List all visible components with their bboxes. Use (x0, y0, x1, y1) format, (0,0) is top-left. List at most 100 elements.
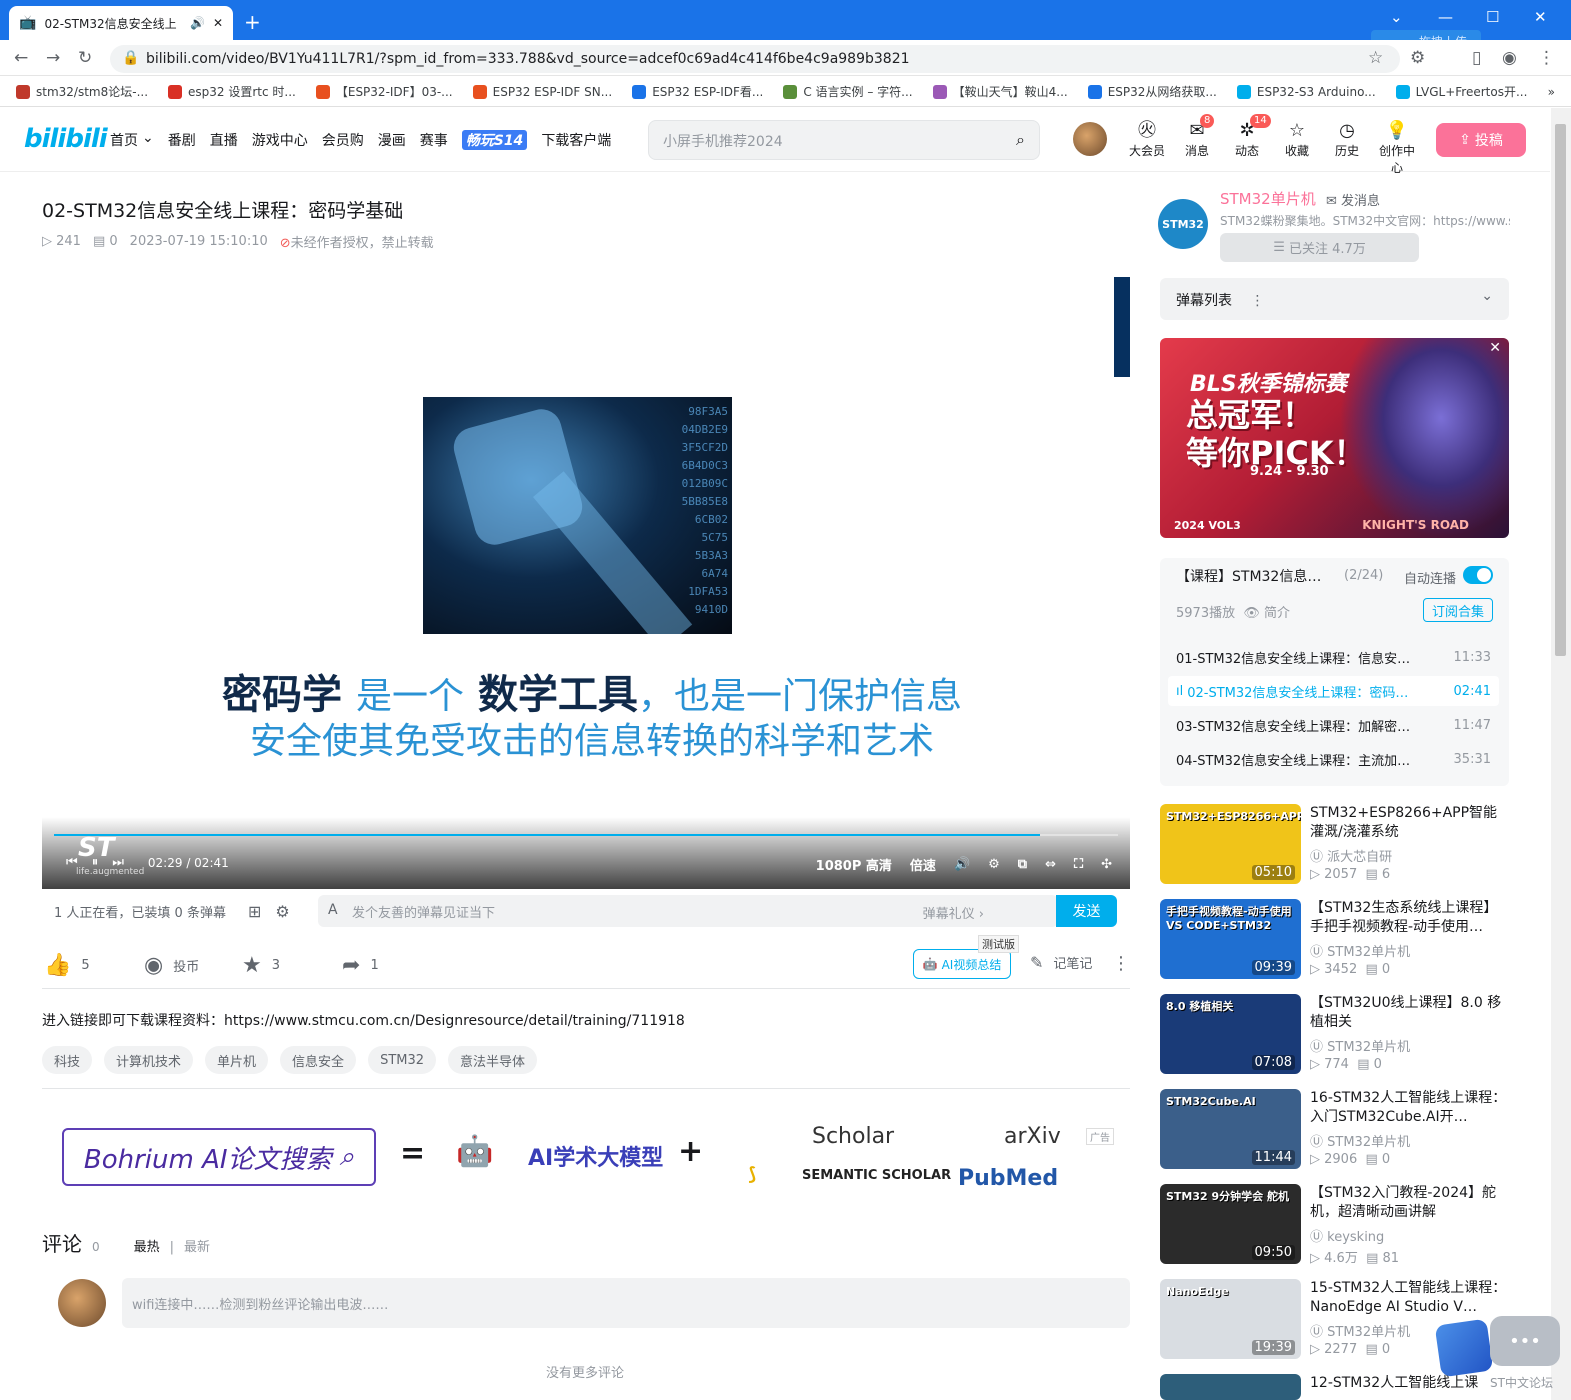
header-item[interactable]: 💡 创作中心 (1374, 120, 1420, 176)
header-item[interactable]: ☆ 收藏 (1274, 120, 1320, 159)
subscribe-collection-button[interactable]: 订阅合集 (1423, 598, 1493, 622)
danmaku-settings-icon[interactable]: ⚙ (275, 902, 289, 921)
bookmark-item[interactable]: ESP32从网络获取... (1087, 83, 1217, 100)
video-thumbnail[interactable] (1160, 1374, 1301, 1400)
tag-chip[interactable]: 计算机技术 (104, 1046, 194, 1074)
ai-summary-button[interactable]: 🤖 AI视频总结 (913, 949, 1011, 979)
video-player[interactable]: 98F3A5 04DB2E9 3F5CF2D 6B4D0C3 012B09C 5… (42, 277, 1130, 889)
collection-title[interactable]: 【课程】STM32信息… (1176, 566, 1321, 586)
url-field[interactable]: 🔒 bilibili.com/video/BV1Yu411L7R1/?spm_i… (110, 45, 1400, 73)
send-danmaku-button[interactable]: 发送 (1056, 895, 1117, 927)
post-button[interactable]: ⇪ 投稿 (1436, 123, 1526, 157)
intro-link[interactable]: 简介 (1264, 606, 1290, 621)
danmaku-list-panel[interactable]: 弹幕列表 ⋮ ⌄ (1160, 278, 1509, 320)
font-icon[interactable]: A (328, 902, 338, 918)
st-bird-icon[interactable] (1434, 1318, 1494, 1378)
quality-button[interactable]: 1080P 高清 (816, 855, 892, 874)
tag-chip[interactable]: 单片机 (205, 1046, 269, 1074)
video-thumbnail[interactable]: STM32+ESP8266+APP 05:10 (1160, 804, 1301, 884)
comment-input[interactable]: wifi连接中……检测到粉丝评论输出电波…… (122, 1278, 1130, 1328)
next-icon[interactable]: ⏭ (112, 855, 124, 870)
tag-chip[interactable]: STM32 (368, 1046, 437, 1074)
browser-tab[interactable]: 📺 02-STM32信息安全线上 🔊 ✕ (9, 6, 233, 40)
bookmark-item[interactable]: ESP32-S3 Arduino... (1236, 84, 1376, 99)
nav-item[interactable]: 畅玩S14 (461, 130, 528, 150)
bookmark-item[interactable]: esp32 设置rtc 时... (168, 83, 296, 100)
reload-icon[interactable]: ↻ (78, 48, 92, 68)
widescreen-icon[interactable]: ⇔ (1045, 857, 1056, 872)
search-icon[interactable]: ⌕ (1016, 130, 1025, 150)
recommended-video[interactable]: 手把手视频教程-动手使用 VS CODE+STM32 09:39 【STM32生态系… (1160, 899, 1509, 979)
ad-banner[interactable]: Bohrium AI论文搜索 ⌕ = 🤖 AI学术大模型 + Scholar ⟆ … (42, 1108, 1130, 1208)
recommended-title[interactable]: 【STM32U0线上课程】8.0 移植相关 (1310, 994, 1509, 1032)
video-thumbnail[interactable]: STM32Cube.AI 11:44 (1160, 1089, 1301, 1169)
video-thumbnail[interactable]: 手把手视频教程-动手使用 VS CODE+STM32 09:39 (1160, 899, 1301, 979)
recommended-video[interactable]: 12-STM32人工智能线上课 (1160, 1374, 1509, 1400)
bookmark-item[interactable]: LVGL+Freertos开... (1395, 83, 1527, 100)
sort-new[interactable]: 最新 (184, 1236, 210, 1255)
recommended-title[interactable]: 【STM32入门教程-2024】舵机，超清晰动画讲解 (1310, 1184, 1509, 1222)
scroll-thumb[interactable] (1555, 124, 1566, 656)
pip-icon[interactable]: ⧉ (1018, 857, 1027, 872)
bookmark-item[interactable]: ESP32 ESP-IDF SN... (472, 84, 612, 99)
recommended-uploader[interactable]: Ⓤ 派大芯自研 (1310, 846, 1392, 865)
uploader-name[interactable]: STM32单片机 (1220, 188, 1316, 209)
chevron-down-icon[interactable]: ⌄ (1481, 288, 1493, 304)
share-button[interactable]: ➦ 1 (342, 953, 379, 978)
menu-icon[interactable]: ⋮ (1538, 48, 1555, 68)
notes-button[interactable]: ✎ 记笔记 (1030, 953, 1092, 972)
bookmarks-more-icon[interactable]: » (1548, 85, 1555, 99)
bookmark-item[interactable]: stm32/stm8论坛-... (16, 83, 148, 100)
volume-icon[interactable]: 🔊 (954, 857, 970, 872)
header-item[interactable]: ◷ 历史 (1324, 120, 1370, 159)
user-avatar[interactable] (1073, 122, 1107, 156)
search-input[interactable]: 小屏手机推荐2024 ⌕ (648, 120, 1040, 160)
tag-chip[interactable]: 信息安全 (280, 1046, 357, 1074)
sort-hot[interactable]: 最热 (134, 1236, 160, 1255)
bookmark-item[interactable]: C 语言实例 – 字符... (783, 83, 913, 100)
forward-icon[interactable]: → (46, 48, 60, 68)
header-item[interactable]: ✉ 8 消息 (1174, 114, 1220, 159)
more-icon[interactable]: ⋮ (1112, 953, 1130, 974)
recommended-video[interactable]: 8.0 移植相关 07:08 【STM32U0线上课程】8.0 移植相关 Ⓤ STM3… (1160, 994, 1509, 1074)
header-item[interactable]: ㊋大会员 (1124, 120, 1170, 159)
fullscreen-icon[interactable]: ✣ (1101, 857, 1112, 872)
window-close-icon[interactable]: ✕ (1534, 8, 1547, 26)
episode-item[interactable]: ıl 02-STM32信息安全线上课程：密码… 02:41 (1168, 676, 1499, 706)
recommended-title[interactable]: 16-STM32人工智能线上课程：入门STM32Cube.AI开… (1310, 1089, 1509, 1127)
more-icon[interactable]: ⋮ (1250, 293, 1264, 309)
danmaku-toggle-icon[interactable]: ⊞ (248, 902, 261, 921)
recommended-video[interactable]: STM32Cube.AI 11:44 16-STM32人工智能线上课程：入门STM3… (1160, 1089, 1509, 1169)
recommended-title[interactable]: 【STM32生态系统线上课程】手把手视频教程-动手使用… (1310, 899, 1509, 937)
nav-item[interactable]: 首页 (110, 130, 138, 150)
uploader-avatar[interactable]: STM32 (1158, 199, 1208, 249)
audio-icon[interactable]: 🔊 (190, 16, 205, 30)
video-thumbnail[interactable]: 8.0 移植相关 07:08 (1160, 994, 1301, 1074)
pause-icon[interactable]: ⏸ (92, 855, 99, 870)
bookmark-item[interactable]: 【ESP32-IDF】03-... (315, 83, 453, 100)
recommended-uploader[interactable]: Ⓤ STM32单片机 (1310, 1131, 1410, 1150)
nav-item[interactable]: 直播 (210, 130, 238, 150)
autoplay-toggle[interactable] (1463, 566, 1493, 584)
settings-icon[interactable]: ⚙ (988, 857, 1000, 872)
send-message-link[interactable]: ✉ 发消息 (1326, 190, 1380, 209)
recommended-uploader[interactable]: Ⓤ STM32单片机 (1310, 1321, 1410, 1340)
nav-item[interactable]: 番剧 (168, 130, 196, 150)
bookmark-item[interactable]: ESP32 ESP-IDF看... (632, 83, 763, 100)
recommended-title[interactable]: STM32+ESP8266+APP智能灌溉/浇灌系统 (1310, 804, 1509, 842)
nav-item[interactable]: 游戏中心 (252, 130, 308, 150)
like-button[interactable]: 👍 5 (44, 953, 90, 978)
episode-item[interactable]: 03-STM32信息安全线上课程：加解密… 11:47 (1168, 710, 1499, 740)
tab-search-icon[interactable]: ⌄ (1390, 8, 1403, 26)
prev-icon[interactable]: ⏮ (66, 855, 78, 870)
recommended-uploader[interactable]: Ⓤ STM32单片机 (1310, 1036, 1410, 1055)
video-thumbnail[interactable]: NanoEdge 19:39 (1160, 1279, 1301, 1359)
danmaku-input[interactable]: A 发个友善的弹幕见证当下 弹幕礼仪 › (318, 895, 1058, 927)
progress-bar[interactable] (54, 834, 1118, 836)
coin-button[interactable]: ◉ 投币 (144, 953, 199, 978)
favorite-button[interactable]: ★ 3 (242, 953, 280, 978)
episode-item[interactable]: 04-STM32信息安全线上课程：主流加… 35:31 (1168, 744, 1499, 774)
page-scrollbar[interactable] (1551, 108, 1571, 1400)
nav-item[interactable]: 会员购 (322, 130, 364, 150)
event-banner[interactable]: BLS秋季锦标赛 总冠军！ 等你PICK！ 9.24 - 9.30 2024 VO… (1160, 338, 1509, 538)
